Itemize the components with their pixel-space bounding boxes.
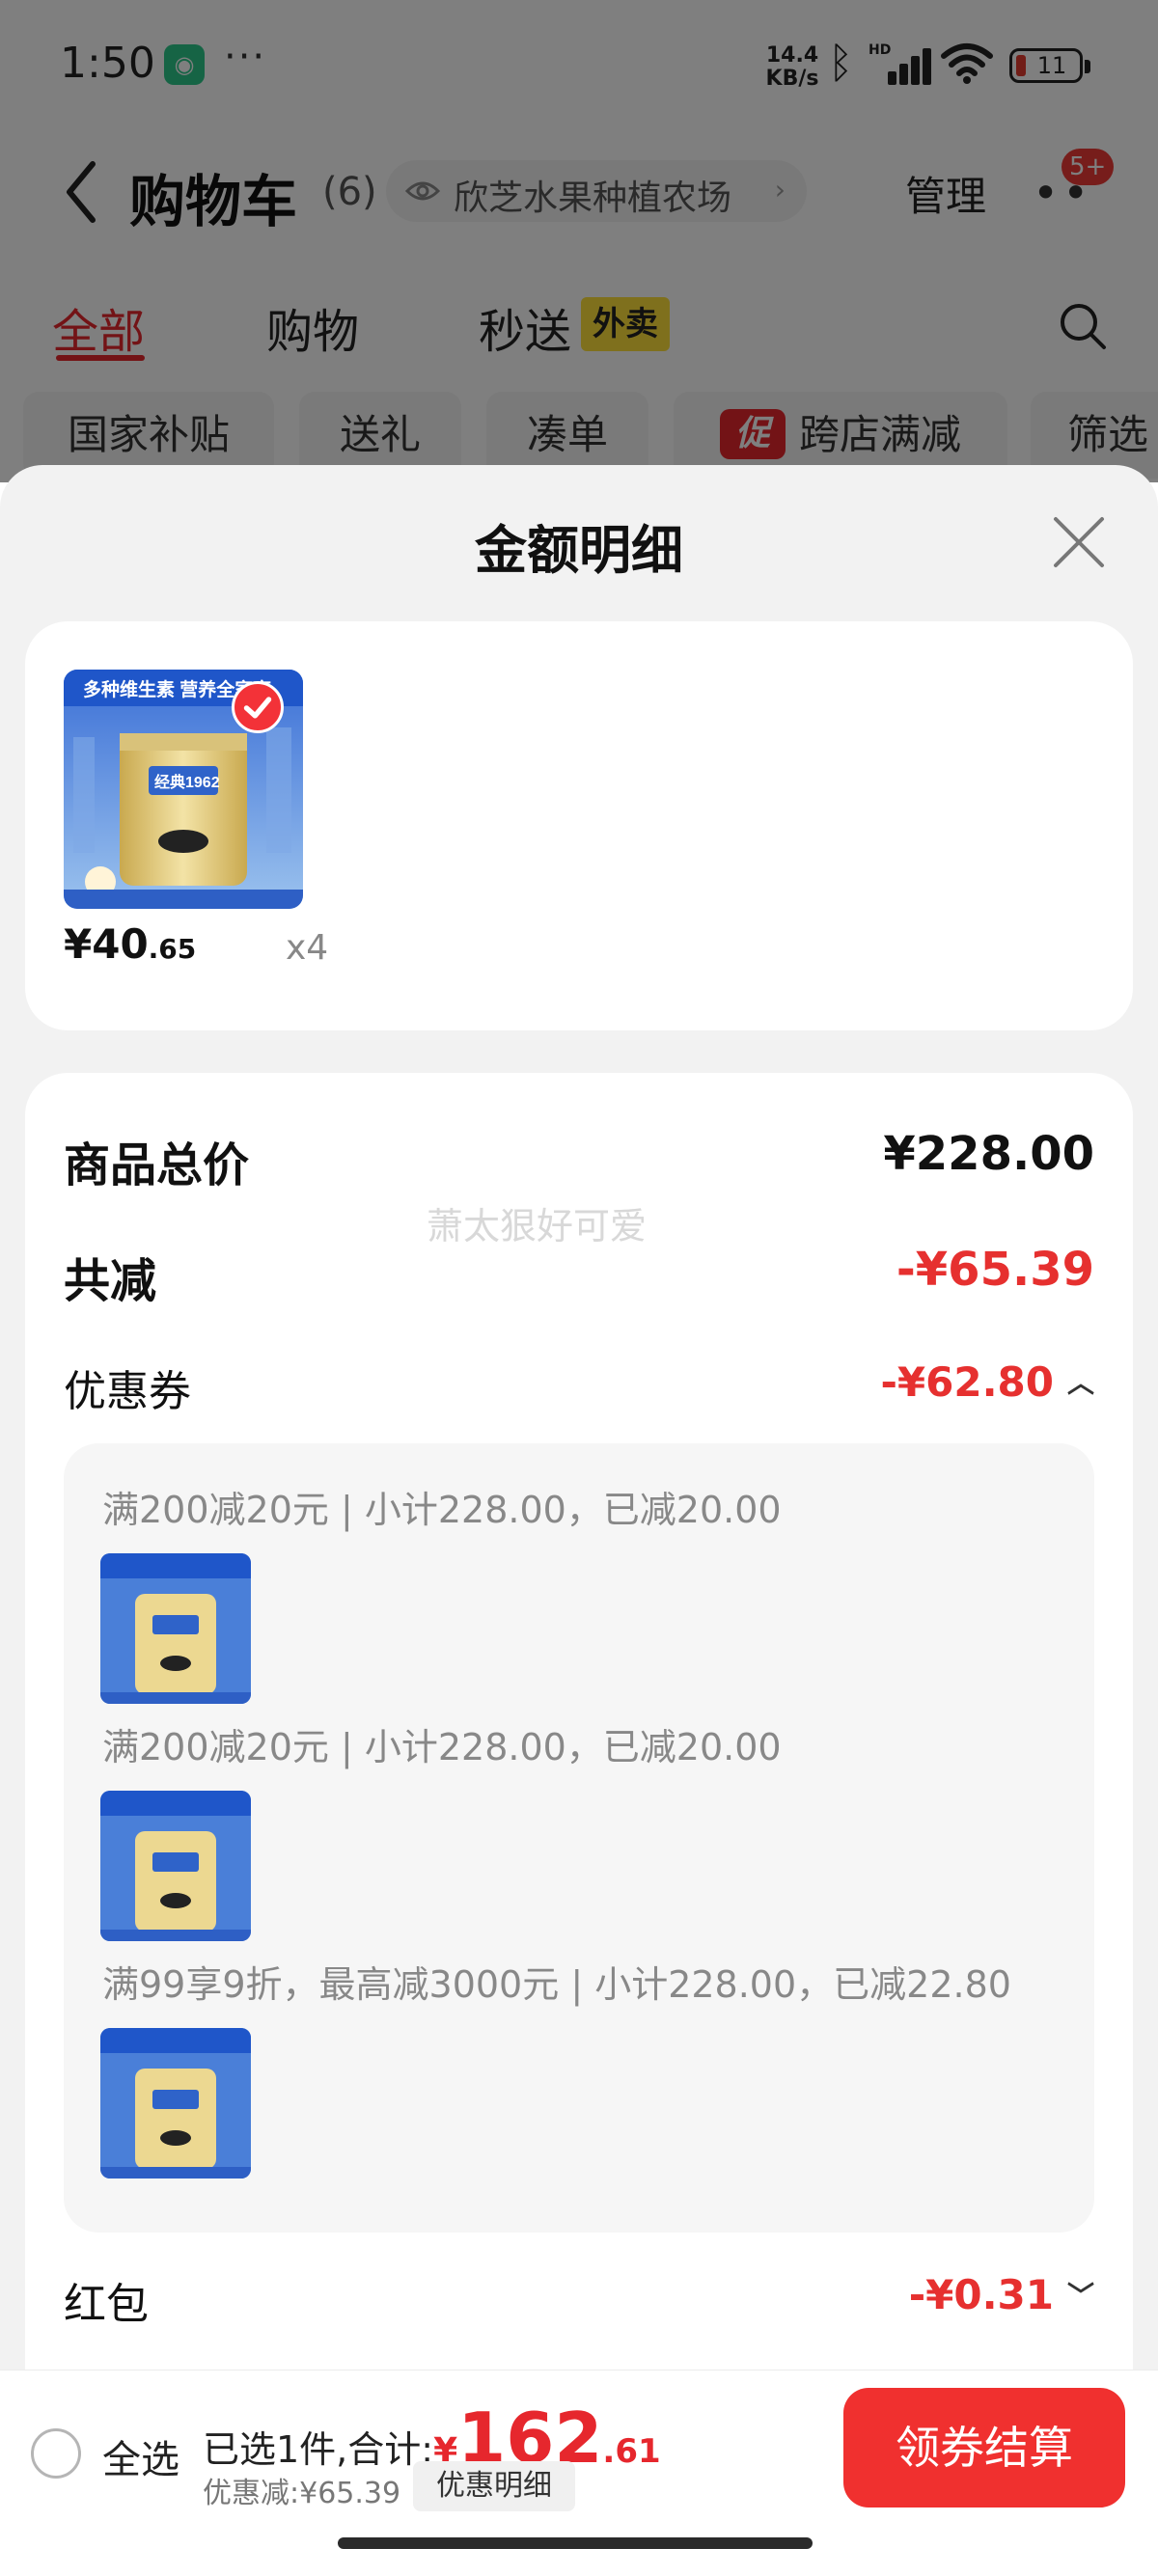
coupon-row-toggle[interactable]: -¥62.80 ︿: [880, 1358, 1094, 1406]
red-packet-label: 红包: [64, 2280, 149, 2329]
total-reduction-label: 共减: [64, 1254, 157, 1308]
cart-page-background: 1:50 ◉ ··· 14.4 KB/s ᛒ HD 11: [0, 0, 1158, 482]
total-price-value: ¥228.00: [883, 1127, 1094, 1181]
red-packet-value: -¥0.31: [908, 2271, 1054, 2318]
home-indicator[interactable]: [338, 2537, 813, 2549]
checkout-button[interactable]: 领券结算: [843, 2388, 1125, 2507]
coupon-label: 优惠券: [64, 1367, 191, 1416]
product-quantity: x4: [286, 928, 329, 968]
coupon-product-thumbnail: [100, 1553, 251, 1704]
coupon-detail-box: 满200减20元 | 小计228.00，已减20.00 满200减20元 | 小…: [64, 1443, 1094, 2233]
product-price-decimal: .65: [148, 933, 197, 965]
coupon-product-thumbnail: [100, 1791, 251, 1941]
summary-card: 商品总价 ¥228.00 萧太狠好可爱 共减 -¥65.39 优惠券 -¥62.…: [25, 1073, 1133, 2404]
coupon-rule-2: 满200减20元 | 小计228.00，已减20.00: [102, 1726, 782, 1768]
chevron-down-icon: ﹀: [1066, 2279, 1094, 2312]
amount-detail-sheet: 金额明细 多种维生素 营养全家享 经典1962 ¥40.65 x4 商品总价 ¥…: [0, 465, 1158, 2404]
coupon-rule-1: 满200减20元 | 小计228.00，已减20.00: [102, 1489, 782, 1531]
discount-detail-button[interactable]: 优惠明细: [413, 2461, 575, 2511]
watermark-text: 萧太狠好可爱: [427, 1205, 648, 1247]
product-card: 多种维生素 营养全家享 经典1962 ¥40.65 x4: [25, 621, 1133, 1030]
select-all-checkbox[interactable]: [31, 2428, 81, 2479]
selected-check-icon[interactable]: [232, 681, 284, 733]
close-icon[interactable]: [1052, 515, 1106, 569]
total-reduction-value: -¥65.39: [896, 1243, 1094, 1297]
dim-overlay[interactable]: [0, 0, 1158, 482]
selected-count-text: 已选1件,合计:: [203, 2428, 434, 2471]
checkout-bar: 全选 已选1件,合计:¥162.61 优惠减:¥65.39 优惠明细 领券结算: [0, 2370, 1158, 2526]
coupon-rule-3: 满99享9折，最高减3000元 | 小计228.00，已减22.80: [102, 1963, 1011, 2006]
discount-summary: 优惠减:¥65.39: [203, 2477, 401, 2510]
coupon-product-thumbnail: [100, 2028, 251, 2179]
select-all-label[interactable]: 全选: [102, 2428, 179, 2484]
chevron-up-icon: ︿: [1066, 1366, 1094, 1399]
total-price-label: 商品总价: [64, 1138, 250, 1192]
coupon-value: -¥62.80: [880, 1358, 1054, 1406]
sheet-title: 金额明细: [475, 520, 683, 581]
thumb-brand-text: 经典1962: [154, 773, 220, 791]
product-price-integer: ¥40: [64, 920, 149, 968]
red-packet-row-toggle[interactable]: -¥0.31 ﹀: [909, 2271, 1094, 2318]
total-decimal: .61: [602, 2432, 661, 2471]
product-price: ¥40.65: [64, 920, 196, 968]
